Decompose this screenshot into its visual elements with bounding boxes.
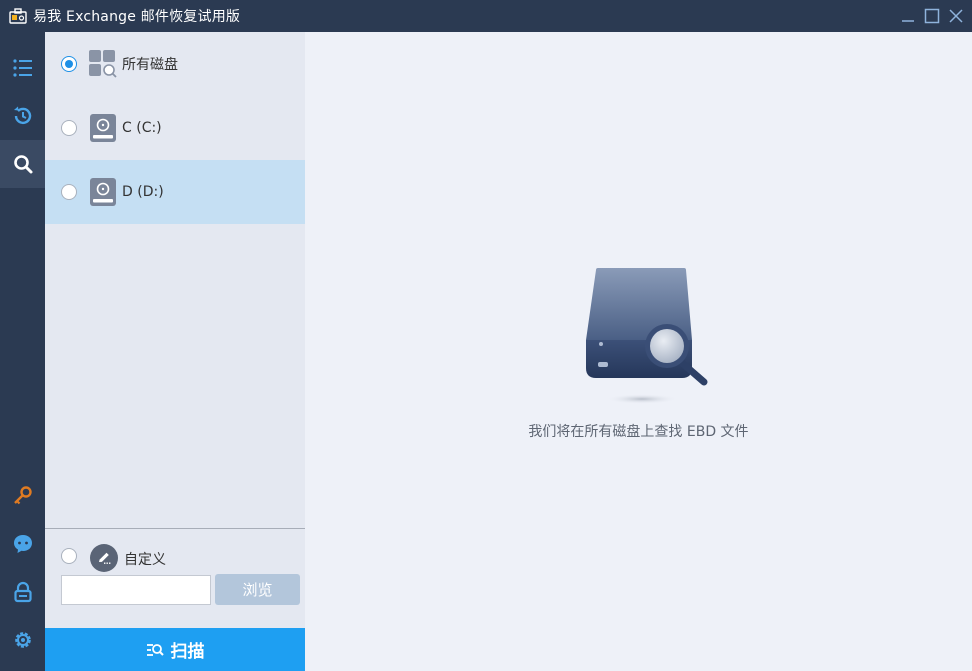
rail-item-chat[interactable] [0,520,45,568]
drive-panel: 所有磁盘 C (C:) D (D:) 自定义 浏览 扫描 [45,32,305,671]
maximize-button[interactable] [920,0,944,32]
lock-icon [13,581,32,603]
scan-icon [146,641,164,659]
drive-label-d: D (D:) [122,184,164,200]
close-button[interactable] [944,0,968,32]
key-icon [13,486,32,505]
custom-label: 自定义 [124,552,166,568]
list-icon [12,59,32,77]
drive-label-all-disks: 所有磁盘 [122,57,178,73]
all-disks-icon [89,50,117,78]
chat-icon [13,535,32,553]
rail-item-search[interactable] [0,140,45,188]
custom-path-input[interactable] [61,575,211,605]
search-icon [13,155,32,174]
radio-custom[interactable] [61,548,77,564]
radio-all-disks[interactable] [61,56,77,72]
gear-icon [14,632,31,648]
drive-row-c[interactable]: C (C:) [45,96,305,160]
divider [45,528,305,529]
hard-drive-icon [89,178,117,206]
search-hint-text: 我们将在所有磁盘上查找 EBD 文件 [528,424,749,440]
drive-label-c: C (C:) [122,120,162,136]
drive-row-d[interactable]: D (D:) [45,160,305,224]
scan-label: 扫描 [170,642,205,662]
radio-drive-d[interactable] [61,184,77,200]
minimize-icon [902,20,914,22]
radio-drive-c[interactable] [61,120,77,136]
main-area: 我们将在所有磁盘上查找 EBD 文件 [305,32,972,671]
browse-button[interactable]: 浏览 [215,574,300,605]
navigation-rail [0,32,45,671]
scan-button[interactable]: 扫描 [45,628,305,671]
history-icon [13,106,31,125]
rail-item-key[interactable] [0,472,45,520]
close-icon [949,9,963,23]
rail-item-history[interactable] [0,92,45,140]
rail-item-list[interactable] [0,44,45,92]
pencil-icon [90,544,118,572]
maximize-icon [924,8,940,24]
drive-row-all-disks[interactable]: 所有磁盘 [45,32,305,96]
rail-item-settings[interactable] [0,616,45,664]
rail-item-lock[interactable] [0,568,45,616]
drive-search-illustration [580,260,720,410]
window-title: 易我 Exchange 邮件恢复试用版 [33,9,241,25]
title-bar: 易我 Exchange 邮件恢复试用版 [0,0,972,32]
hard-drive-icon [89,114,117,142]
minimize-button[interactable] [896,0,920,32]
app-icon [9,7,27,25]
